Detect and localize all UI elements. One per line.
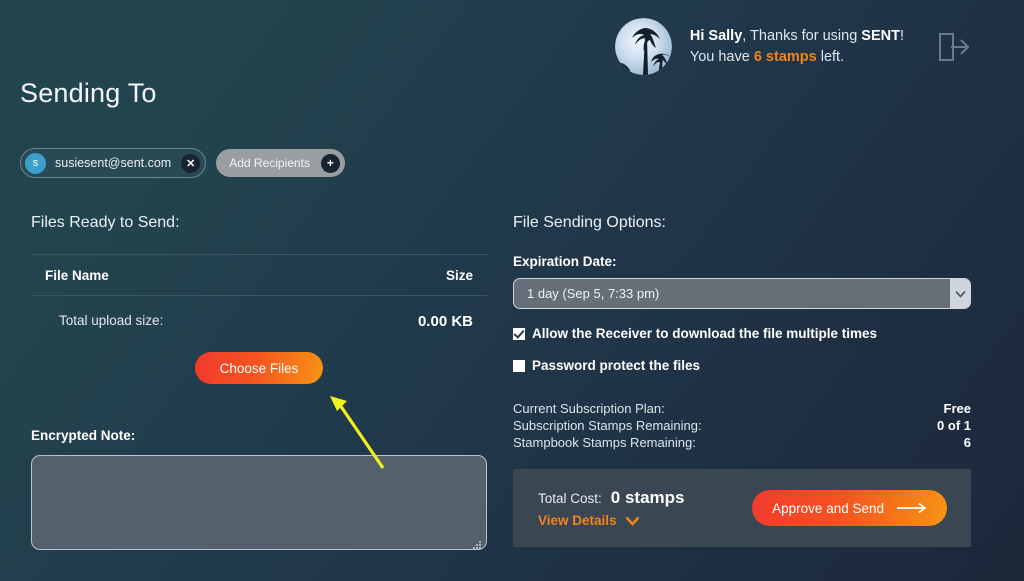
options-panel: File Sending Options: Expiration Date: 1… <box>513 214 971 547</box>
stamps-suffix: left. <box>816 48 845 65</box>
remove-recipient-icon[interactable]: ✕ <box>181 153 201 173</box>
stamps-count: 6 stamps <box>753 48 817 65</box>
brand-name: SENT <box>861 27 900 44</box>
recipient-chip[interactable]: s susiesent@sent.com ✕ <box>20 148 207 178</box>
total-upload-row: Total upload size: 0.00 KB <box>31 296 487 330</box>
expiration-date-label: Expiration Date: <box>513 254 617 269</box>
page-title: Sending To <box>20 78 157 108</box>
add-recipients-label: Add Recipients <box>229 156 310 170</box>
files-panel: Files Ready to Send: File Name Size Tota… <box>31 214 487 555</box>
total-cost-label: Total Cost: <box>538 491 602 506</box>
column-header-size: Size <box>445 268 473 283</box>
total-cost-panel: Total Cost: 0 stamps View Details Approv… <box>513 469 971 547</box>
expiration-date-value: 1 day (Sep 5, 7:33 pm) <box>527 286 660 301</box>
plus-icon: + <box>320 153 340 173</box>
plan-label: Stampbook Stamps Remaining: <box>513 435 696 450</box>
files-table-header: File Name Size <box>31 254 487 296</box>
password-protect-row[interactable]: Password protect the files <box>513 358 971 373</box>
choose-files-button[interactable]: Choose Files <box>194 352 324 384</box>
chevron-down-icon <box>625 516 640 526</box>
allow-multiple-downloads-checkbox[interactable] <box>513 327 525 340</box>
plan-value: 0 of 1 <box>937 418 971 433</box>
view-details-label: View Details <box>538 513 617 528</box>
greeting-line-1: Hi Sally, Thanks for using SENT! <box>690 26 904 47</box>
subscription-summary: Current Subscription Plan: Free Subscrip… <box>513 400 971 451</box>
logout-glyph <box>939 32 970 61</box>
view-details-button[interactable]: View Details <box>538 513 684 528</box>
encrypted-note-label: Encrypted Note: <box>31 428 136 443</box>
files-table: File Name Size Total upload size: 0.00 K… <box>31 254 487 330</box>
greeting-exclamation: ! <box>899 27 904 44</box>
approve-and-send-label: Approve and Send <box>772 500 884 516</box>
encrypted-note-input[interactable] <box>31 455 487 550</box>
allow-multiple-downloads-label: Allow the Receiver to download the file … <box>532 326 878 341</box>
approve-and-send-button[interactable]: Approve and Send <box>752 490 947 526</box>
plan-value: 6 <box>963 435 971 450</box>
chevron-down-glyph <box>954 290 966 298</box>
password-protect-checkbox[interactable] <box>513 359 525 372</box>
plan-label: Subscription Stamps Remaining: <box>513 418 702 433</box>
choose-files-container: Choose Files <box>31 352 487 384</box>
options-heading: File Sending Options: <box>513 214 666 231</box>
column-header-file-name: File Name <box>45 268 109 283</box>
chevron-down-icon <box>950 279 970 308</box>
allow-multiple-downloads-row[interactable]: Allow the Receiver to download the file … <box>513 326 971 341</box>
cost-summary: Total Cost: 0 stamps View Details <box>538 488 684 528</box>
logout-icon[interactable] <box>932 26 974 68</box>
arrow-right-icon <box>897 502 927 514</box>
plan-label: Current Subscription Plan: <box>513 401 665 416</box>
avatar[interactable] <box>614 18 672 75</box>
plan-value: Free <box>943 401 971 416</box>
palm-tree-avatar-image <box>614 18 672 75</box>
expiration-date-select[interactable]: 1 day (Sep 5, 7:33 pm) <box>513 278 971 309</box>
total-cost-value: 0 stamps <box>610 488 685 507</box>
greeting-text: Hi Sally, Thanks for using SENT! You hav… <box>690 26 904 68</box>
password-protect-label: Password protect the files <box>532 358 701 373</box>
encrypted-note-container <box>31 443 487 555</box>
recipient-initial-avatar: s <box>25 152 46 174</box>
total-upload-label: Total upload size: <box>59 313 164 328</box>
plan-row: Current Subscription Plan: Free <box>513 400 971 417</box>
add-recipients-button[interactable]: Add Recipients + <box>216 149 345 177</box>
greeting-line-2: You have 6 stamps left. <box>690 47 904 68</box>
account-header: Hi Sally, Thanks for using SENT! You hav… <box>614 18 974 75</box>
total-upload-value: 0.00 KB <box>417 313 473 330</box>
plan-row: Stampbook Stamps Remaining: 6 <box>513 434 971 451</box>
plan-row: Subscription Stamps Remaining: 0 of 1 <box>513 417 971 434</box>
greeting-name: Hi Sally <box>689 27 743 44</box>
greeting-middle: , Thanks for using <box>742 27 862 44</box>
recipient-email: susiesent@sent.com <box>55 156 172 170</box>
total-cost-row: Total Cost: 0 stamps <box>538 488 684 508</box>
files-heading: Files Ready to Send: <box>31 214 180 231</box>
stamps-prefix: You have <box>689 48 754 65</box>
recipients-row: s susiesent@sent.com ✕ Add Recipients + <box>20 148 345 178</box>
